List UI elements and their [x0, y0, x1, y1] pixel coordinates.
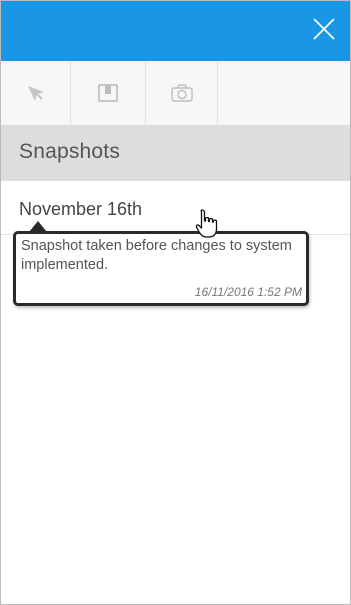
- snapshot-description: Snapshot taken before changes to system …: [21, 238, 292, 273]
- panel-header: [1, 1, 350, 61]
- snapshot-list-item[interactable]: November 16th: [1, 182, 350, 235]
- bookmark-icon: [98, 84, 118, 102]
- bookmark-tool-button[interactable]: [71, 61, 146, 125]
- snapshot-tooltip: Snapshot taken before changes to system …: [13, 231, 309, 306]
- snapshot-timestamp: 16/11/2016 1:52 PM: [194, 285, 302, 299]
- close-button[interactable]: [306, 11, 342, 47]
- snapshot-tool-button[interactable]: [146, 61, 218, 125]
- snapshots-section-header: Snapshots: [1, 126, 350, 181]
- pointer-icon: [27, 86, 44, 101]
- camera-icon: [170, 84, 193, 102]
- close-icon: [313, 18, 335, 40]
- toolbar: [1, 61, 350, 126]
- pointer-tool-button[interactable]: [1, 61, 71, 125]
- snapshot-name: November 16th: [19, 199, 143, 219]
- section-title: Snapshots: [19, 140, 121, 163]
- snapshots-panel: Snapshots November 16th Snapshot taken b…: [0, 0, 351, 605]
- hand-cursor-icon: [195, 209, 218, 238]
